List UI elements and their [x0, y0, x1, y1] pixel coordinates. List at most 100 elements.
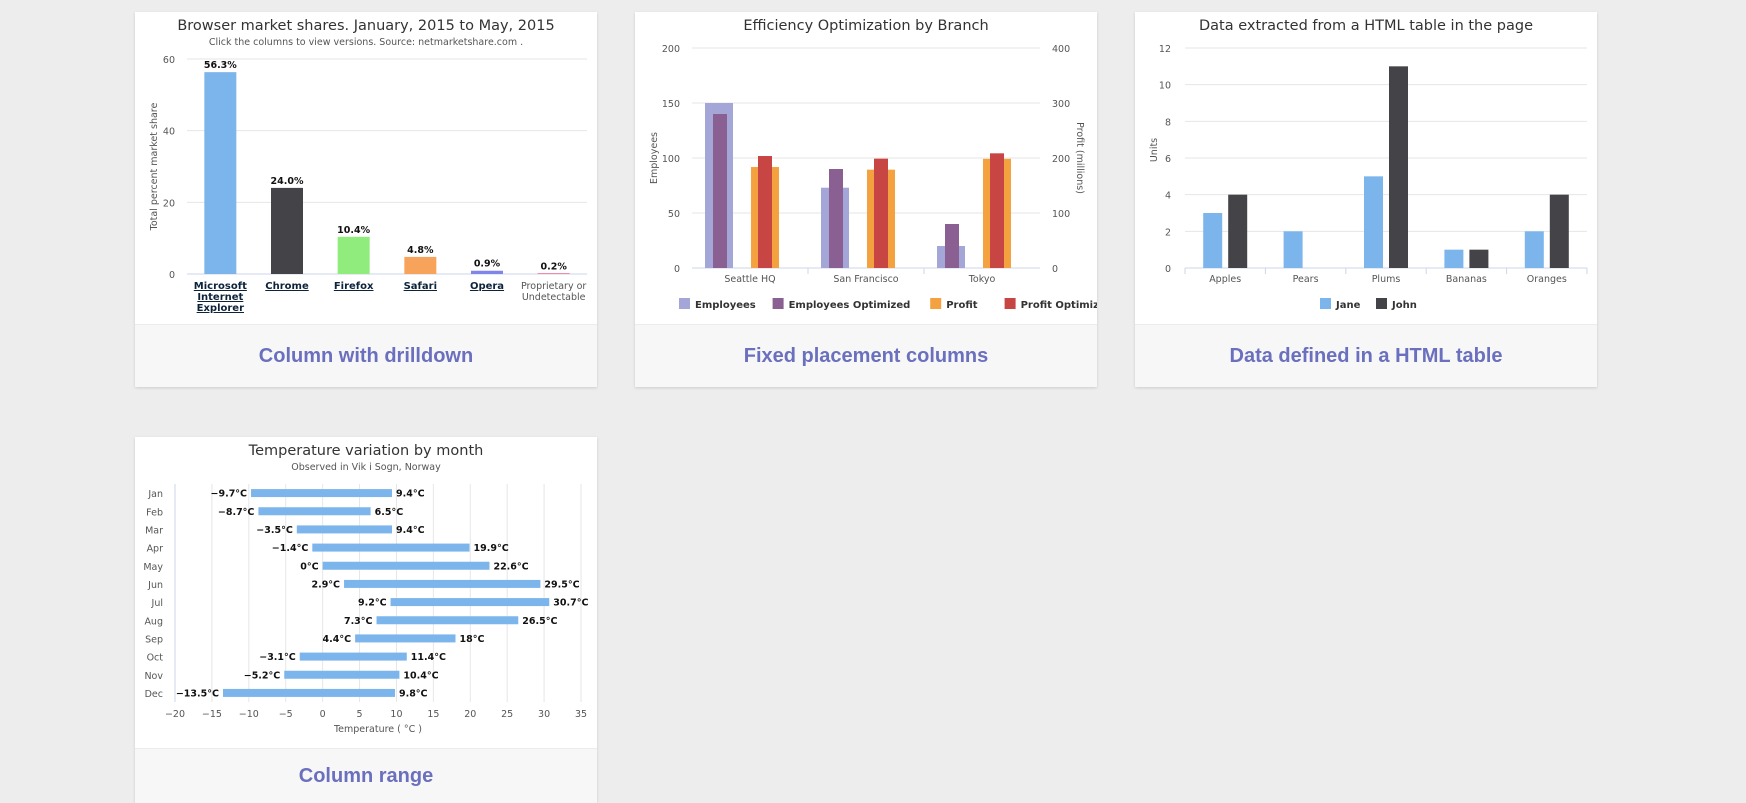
bar-opera[interactable]	[471, 270, 503, 274]
legend-item[interactable]: Employees Optimized	[789, 300, 911, 311]
x-tick-label: 15	[427, 709, 439, 720]
legend-item[interactable]: Profit Optimized	[1021, 300, 1097, 311]
bar-profit-optimized[interactable]	[990, 153, 1004, 268]
bar-john[interactable]	[1549, 194, 1569, 268]
chart-card-drilldown: Browser market shares. January, 2015 to …	[135, 12, 597, 387]
range-bar-jun[interactable]	[344, 579, 541, 588]
bar-profit-optimized[interactable]	[758, 156, 772, 268]
range-bar-feb[interactable]	[258, 507, 371, 516]
range-bar-apr[interactable]	[312, 543, 470, 552]
card-caption-link[interactable]: Column range	[135, 748, 597, 803]
chart-title: Temperature variation by month	[248, 443, 484, 459]
low-data-label: −13.5°C	[176, 688, 219, 699]
bar-jane[interactable]	[1283, 231, 1303, 268]
chart-title: Efficiency Optimization by Branch	[743, 18, 988, 34]
bar-jane[interactable]	[1364, 176, 1383, 268]
chart-title: Data extracted from a HTML table in the …	[1199, 18, 1533, 34]
card-caption-link[interactable]: Fixed placement columns	[635, 324, 1097, 387]
x-tick-label[interactable]: Firefox	[334, 281, 374, 292]
bar-employees-optimized[interactable]	[829, 169, 843, 268]
range-bar-jan[interactable]	[251, 489, 393, 498]
low-data-label: 7.3°C	[344, 616, 373, 627]
x-tick-label[interactable]: Chrome	[265, 281, 309, 292]
high-data-label: 19.9°C	[474, 543, 509, 554]
y2-tick-label: 0	[1052, 264, 1058, 275]
legend-swatch[interactable]	[679, 298, 690, 309]
x-tick-label[interactable]: Opera	[470, 281, 504, 292]
legend-swatch[interactable]	[1004, 298, 1016, 309]
bar-john[interactable]	[1389, 66, 1408, 268]
bar-safari[interactable]	[404, 256, 437, 274]
chart-card-column-range: Temperature variation by month Observed i…	[135, 437, 597, 803]
legend-item[interactable]: John	[1391, 300, 1417, 311]
x-tick-label[interactable]: Explorer	[197, 303, 244, 314]
range-bar-mar[interactable]	[296, 525, 393, 534]
bar-profit-optimized[interactable]	[874, 158, 888, 268]
bar-jane[interactable]	[1444, 249, 1464, 268]
browser-share-chart: Browser market shares. January, 2015 to …	[149, 18, 587, 314]
legend-item[interactable]: Employees	[695, 300, 756, 311]
x-tick-label: 0	[320, 709, 326, 720]
y2-axis-label: Profit (millions)	[1074, 122, 1085, 194]
y2-tick-label: 100	[1052, 209, 1070, 220]
y-tick-label: Nov	[144, 671, 163, 682]
legend-swatch[interactable]	[1320, 298, 1331, 309]
x-tick-label: 20	[464, 709, 476, 720]
low-data-label: 0°C	[300, 561, 318, 572]
range-bar-may[interactable]	[322, 561, 490, 570]
bar-jane[interactable]	[1524, 231, 1544, 268]
low-data-label: −3.1°C	[259, 652, 296, 663]
bar-employees-optimized[interactable]	[713, 114, 727, 268]
card-caption-link[interactable]: Data defined in a HTML table	[1135, 324, 1597, 387]
bar-microsoft-internet-explorer[interactable]	[204, 72, 237, 274]
chart-card-fixed-placement: Efficiency Optimization by Branch 0 0 50 100…	[635, 12, 1097, 387]
y-tick-label: Jun	[147, 580, 163, 591]
low-data-label: −3.5°C	[256, 525, 293, 536]
x-tick-label: −15	[202, 709, 222, 720]
x-tick-label[interactable]: Safari	[404, 281, 437, 292]
high-data-label: 22.6°C	[493, 561, 528, 572]
low-data-label: −8.7°C	[218, 507, 255, 518]
fruit-units-chart: Data extracted from a HTML table in the …	[1149, 18, 1588, 311]
legend-swatch[interactable]	[1376, 298, 1387, 309]
x-tick-label: −10	[239, 709, 259, 720]
bar-john[interactable]	[1469, 249, 1489, 268]
bar-employees-optimized[interactable]	[945, 224, 959, 268]
high-data-label: 6.5°C	[375, 507, 404, 518]
legend-swatch[interactable]	[772, 298, 784, 309]
x-tick-label: San Francisco	[833, 274, 898, 285]
x-tick-label: Proprietary or	[521, 281, 586, 292]
range-bar-dec[interactable]	[222, 688, 395, 697]
x-tick-label[interactable]: Internet	[197, 292, 243, 303]
range-bar-nov[interactable]	[284, 670, 400, 679]
low-data-label: 2.9°C	[311, 579, 340, 590]
range-bar-oct[interactable]	[299, 652, 407, 661]
bar-chrome[interactable]	[271, 187, 303, 274]
chart-card-html-table: Data extracted from a HTML table in the …	[1135, 12, 1597, 387]
y-tick-label: 60	[163, 55, 175, 66]
range-bar-jul[interactable]	[390, 598, 550, 607]
chart-subtitle: Click the columns to view versions. Sour…	[209, 37, 523, 48]
y-tick-label: 0	[169, 270, 175, 281]
bar-proprietary-or-undetectable[interactable]	[537, 273, 570, 274]
legend-item[interactable]: Profit	[946, 300, 978, 311]
legend-swatch[interactable]	[930, 298, 942, 309]
high-data-label: 10.4°C	[403, 670, 438, 681]
range-bar-sep[interactable]	[355, 634, 456, 643]
low-data-label: −9.7°C	[211, 489, 248, 500]
y-tick-label: 10	[1159, 81, 1171, 92]
y-tick-label: 2	[1165, 227, 1171, 238]
data-label: 24.0%	[271, 176, 304, 187]
y-tick-label: 20	[163, 198, 175, 209]
bar-jane[interactable]	[1203, 213, 1223, 268]
card-caption-link[interactable]: Column with drilldown	[135, 324, 597, 387]
legend-item[interactable]: Jane	[1335, 300, 1361, 311]
range-bar-aug[interactable]	[376, 616, 519, 625]
data-label: 56.3%	[204, 60, 237, 71]
x-tick-label[interactable]: Microsoft	[194, 281, 247, 292]
x-tick-label: Undetectable	[522, 292, 586, 303]
high-data-label: 18°C	[460, 634, 485, 645]
bar-firefox[interactable]	[337, 236, 370, 274]
x-tick-label: −5	[279, 709, 293, 720]
bar-john[interactable]	[1228, 194, 1248, 268]
